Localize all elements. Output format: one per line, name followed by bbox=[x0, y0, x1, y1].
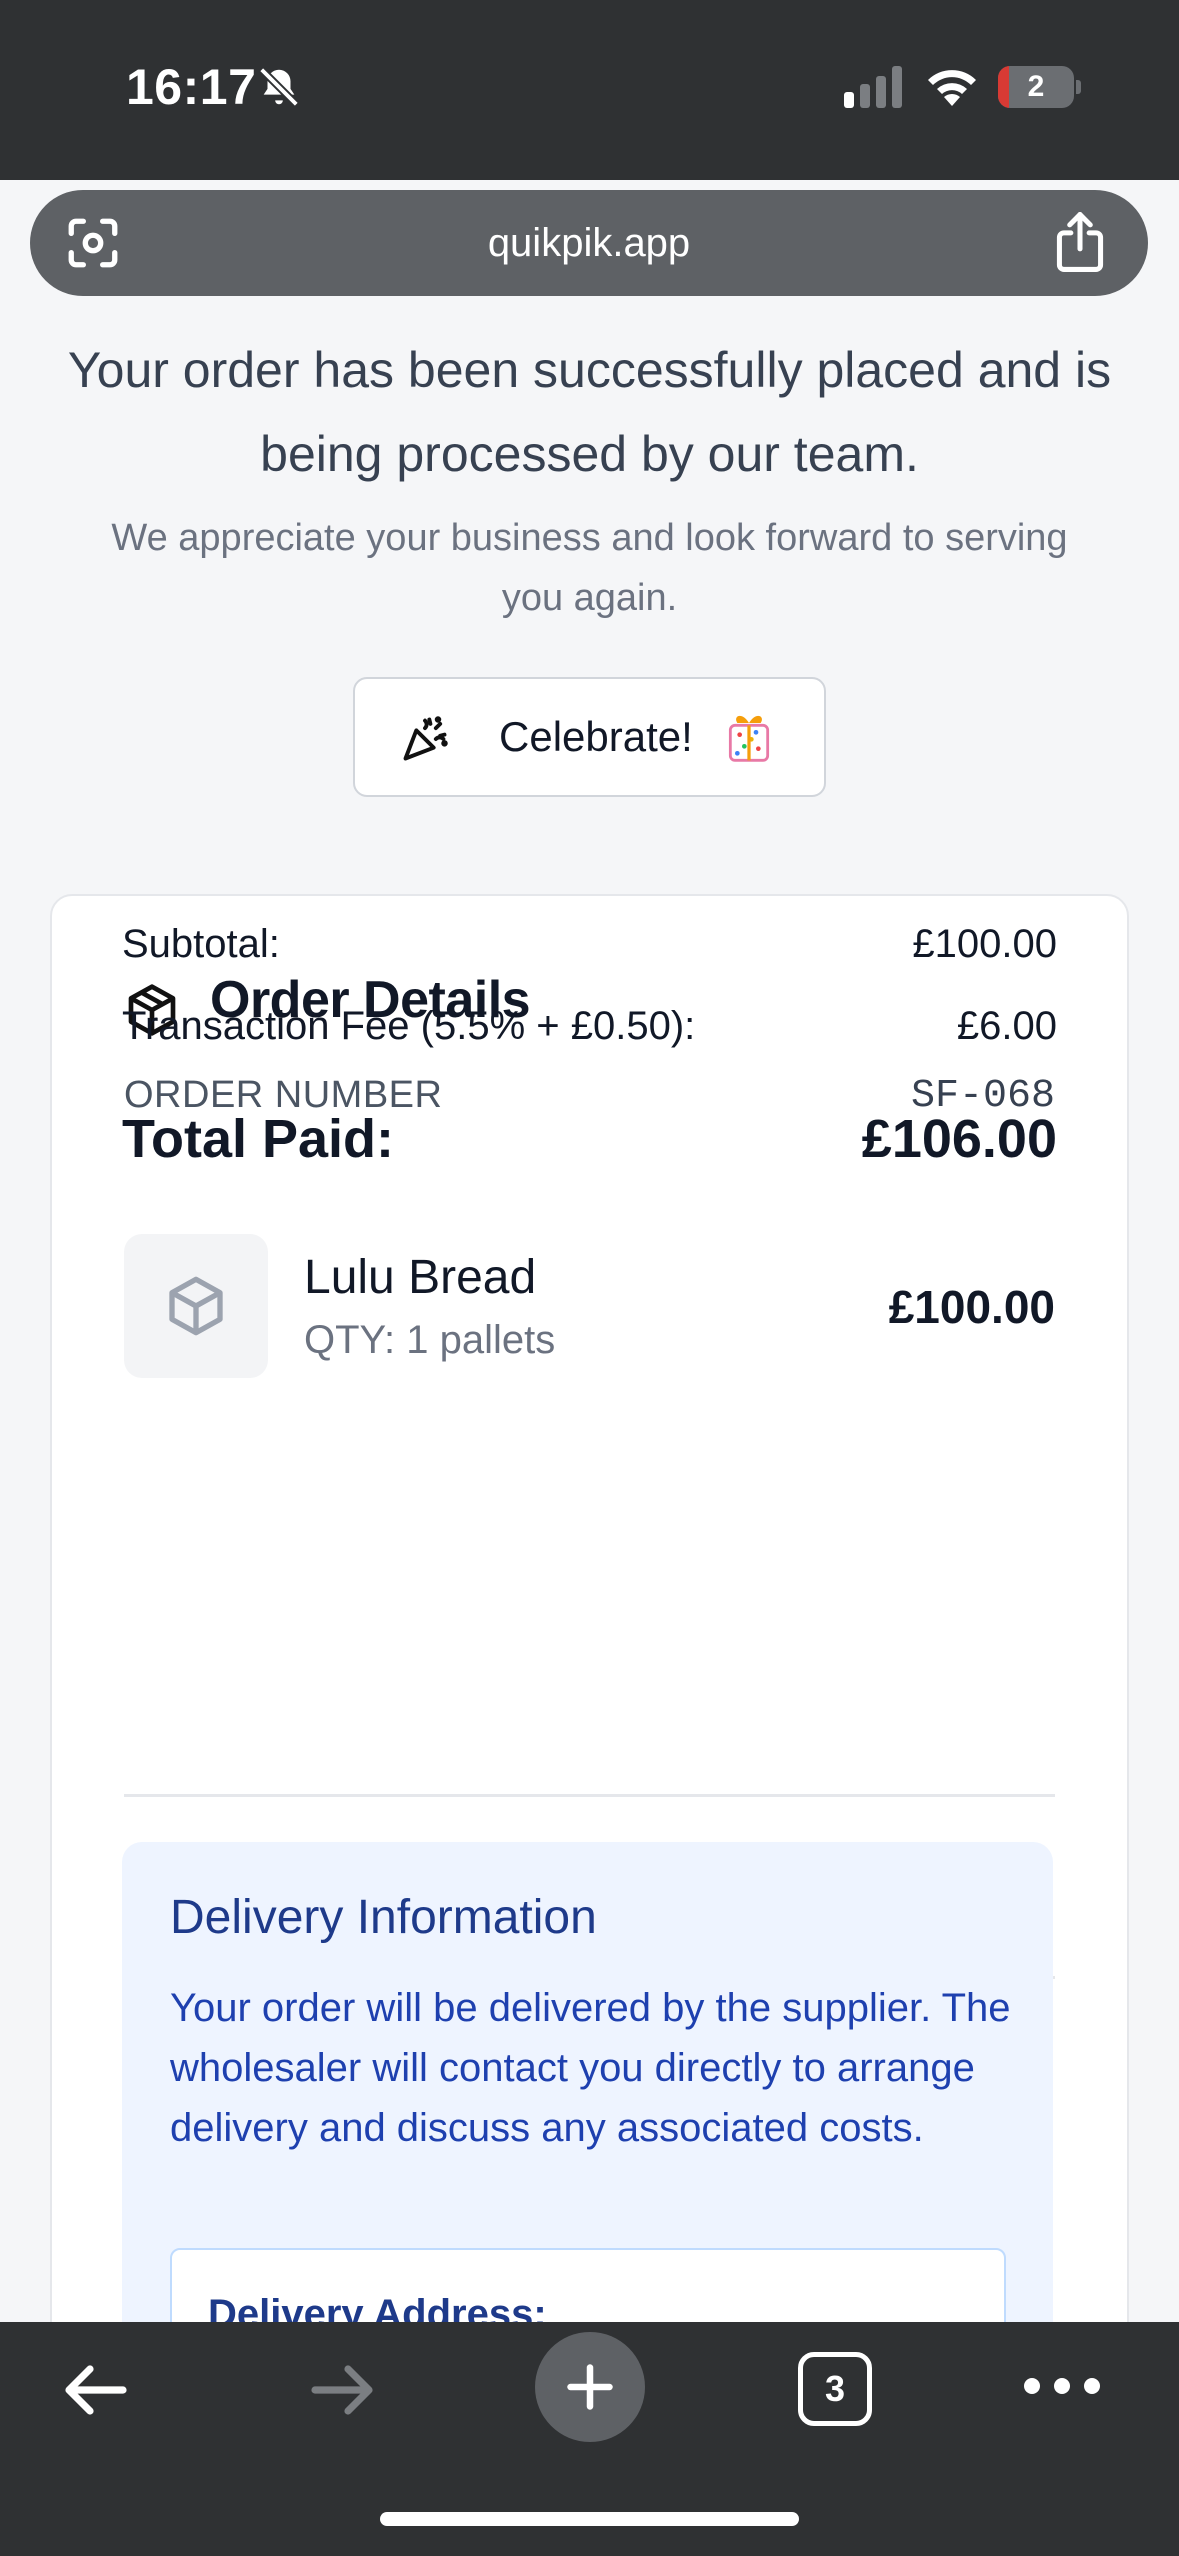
tabs-button[interactable]: 3 bbox=[798, 2352, 872, 2426]
celebrate-button[interactable]: Celebrate! bbox=[353, 677, 826, 797]
new-tab-button[interactable] bbox=[535, 2332, 645, 2442]
wifi-icon bbox=[928, 70, 976, 106]
party-popper-icon bbox=[403, 716, 448, 761]
delivery-description: Your order will be delivered by the supp… bbox=[170, 1986, 1011, 2150]
item-name: Lulu Bread bbox=[304, 1251, 537, 1304]
url-text[interactable]: quikpik.app bbox=[30, 190, 1148, 296]
new-tab-plus-icon bbox=[567, 2364, 613, 2410]
subtotal-value: £100.00 bbox=[912, 922, 1057, 966]
total-paid-value: £106.00 bbox=[861, 1109, 1057, 1169]
battery-icon: 2 bbox=[998, 66, 1081, 108]
status-bar: 16:17 2 quikpik.app bbox=[0, 0, 1179, 296]
item-price: £100.00 bbox=[888, 1281, 1055, 1333]
total-paid-label: Total Paid: bbox=[122, 1109, 395, 1169]
page-content: Your order has been successfully placed … bbox=[0, 328, 1179, 2322]
home-indicator[interactable] bbox=[380, 2512, 799, 2526]
bell-slash-icon bbox=[259, 67, 299, 107]
confirmation-headline: Your order has been successfully placed … bbox=[67, 342, 1112, 482]
transaction-fee-label: Transaction Fee (5.5% + £0.50): bbox=[122, 1004, 696, 1048]
url-bar[interactable]: quikpik.app bbox=[30, 190, 1148, 296]
status-time: 16:17 bbox=[126, 59, 257, 115]
delivery-address-box: Delivery Address: bbox=[170, 2248, 1006, 2322]
back-arrow-icon[interactable] bbox=[60, 2354, 132, 2426]
divider bbox=[124, 1794, 1055, 1797]
subtotal-label: Subtotal: bbox=[122, 922, 280, 966]
transaction-fee-value: £6.00 bbox=[956, 1004, 1057, 1048]
confirmation-subline: We appreciate your business and look for… bbox=[111, 517, 1068, 619]
delivery-info-panel: Delivery Information Your order will be … bbox=[122, 1842, 1053, 2322]
wrapped-gift-icon bbox=[728, 715, 770, 762]
package-icon bbox=[169, 1276, 223, 1336]
delivery-title: Delivery Information bbox=[170, 1891, 597, 1944]
share-icon[interactable] bbox=[1052, 210, 1108, 274]
more-icon[interactable] bbox=[1022, 2366, 1102, 2406]
celebrate-label: Celebrate! bbox=[499, 713, 693, 760]
forward-arrow-icon[interactable] bbox=[306, 2354, 378, 2426]
item-quantity: QTY: 1 pallets bbox=[304, 1318, 556, 1362]
delivery-address-label: Delivery Address: bbox=[208, 2292, 547, 2322]
item-thumbnail bbox=[124, 1234, 268, 1378]
battery-level: 2 bbox=[1027, 70, 1045, 103]
cellular-signal-icon bbox=[844, 66, 902, 108]
